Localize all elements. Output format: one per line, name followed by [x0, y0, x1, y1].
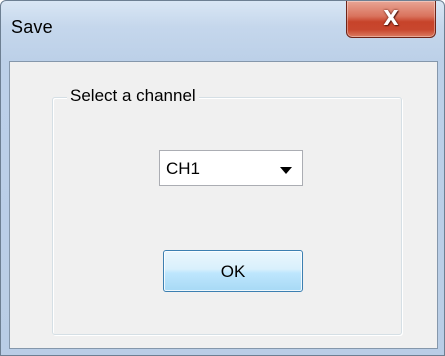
close-button[interactable]: X — [346, 1, 436, 38]
channel-groupbox: Select a channel CH1 OK — [52, 86, 402, 335]
ok-button-label: OK — [220, 262, 246, 281]
chevron-down-icon[interactable] — [280, 167, 292, 174]
groupbox-label: Select a channel — [67, 86, 199, 106]
dialog-client-area: Select a channel CH1 OK — [9, 61, 438, 349]
save-dialog-window: Save X Select a channel CH1 OK — [0, 0, 445, 356]
ok-button[interactable]: OK — [163, 250, 303, 292]
title-bar[interactable]: Save X — [1, 1, 444, 61]
channel-select-value: CH1 — [166, 159, 201, 178]
window-title: Save — [11, 17, 53, 37]
channel-select[interactable]: CH1 — [159, 150, 303, 186]
close-icon: X — [383, 6, 399, 30]
